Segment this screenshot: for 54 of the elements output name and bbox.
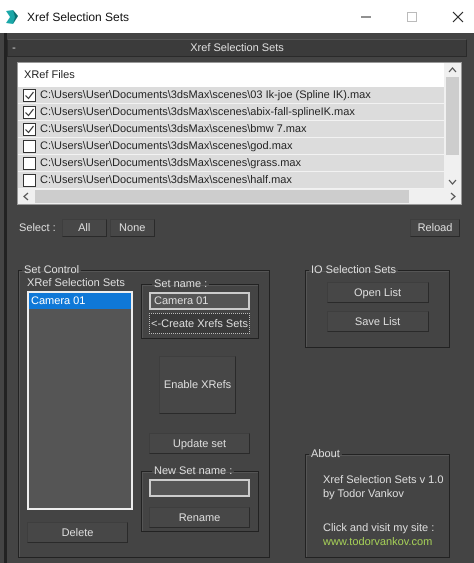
website-link[interactable]: www.todorvankov.com	[323, 535, 449, 549]
file-path: C:\Users\User\Documents\3dsMax\scenes\grass.max	[40, 157, 302, 169]
rollout-title: Xref Selection Sets	[189, 42, 285, 54]
file-row[interactable]: C:\Users\User\Documents\3dsMax\scenes\03 Ik-joe (Spline IK).max	[18, 87, 444, 104]
checkbox[interactable]	[23, 122, 36, 136]
scroll-thumb[interactable]	[35, 190, 409, 203]
app-logo-icon	[4, 8, 20, 24]
collapse-toggle[interactable]: -	[8, 42, 20, 54]
rename-button[interactable]: Rename	[149, 507, 250, 528]
rollout-header[interactable]: - Xref Selection Sets	[7, 39, 467, 57]
file-path: C:\Users\User\Documents\3dsMax\scenes\half.max	[40, 174, 292, 186]
vertical-scrollbar[interactable]	[444, 63, 461, 189]
scroll-thumb[interactable]	[446, 77, 459, 155]
group-title: IO Selection Sets	[310, 263, 397, 277]
select-button[interactable]: None	[110, 219, 155, 237]
checkbox[interactable]	[23, 140, 36, 152]
new-set-name-field[interactable]	[149, 479, 250, 497]
window-title: Xref Selection Sets	[27, 10, 130, 24]
file-row[interactable]: C:\Users\User\Documents\3dsMax\scenes\grass.max	[18, 155, 444, 172]
set-name-field[interactable]: Camera 01	[149, 292, 250, 310]
update-set-button[interactable]: Update set	[149, 433, 250, 454]
list-label: XRef Selection Sets	[27, 277, 126, 289]
about-text: by Todor Vankov	[323, 487, 405, 501]
checkbox[interactable]	[23, 174, 36, 186]
delete-button[interactable]: Delete	[27, 522, 128, 543]
file-row[interactable]: C:\Users\User\Documents\3dsMax\scenes\god.max	[18, 138, 444, 155]
file-row[interactable]: C:\Users\User\Documents\3dsMax\scenes\half.max	[18, 172, 444, 189]
enable-xrefs-button[interactable]: Enable XRefs	[159, 356, 236, 414]
file-path: C:\Users\User\Documents\3dsMax\scenes\god.max	[40, 140, 292, 152]
checkbox[interactable]	[23, 156, 36, 170]
file-row[interactable]: C:\Users\User\Documents\3dsMax\scenes\bmw 7.max	[18, 121, 444, 138]
reload-button[interactable]: Reload	[410, 219, 460, 237]
about-text: Xref Selection Sets v 1.0	[323, 473, 444, 487]
group-title: New Set name :	[153, 464, 234, 478]
close-icon[interactable]	[452, 10, 464, 22]
list-file-button[interactable]: Save List	[326, 311, 428, 332]
selection-sets-list[interactable]: Camera 01	[27, 291, 133, 510]
about-text: Click and visit my site :	[323, 521, 436, 535]
group-title: Set Control	[23, 263, 80, 277]
file-path: C:\Users\User\Documents\3dsMax\scenes\03 Ik-joe (Spline IK).max	[40, 89, 371, 101]
create-sets-button[interactable]: <-Create Xrefs Sets	[149, 313, 250, 334]
checkbox[interactable]	[23, 88, 36, 102]
group-title: About	[310, 447, 341, 461]
list-header: XRef Files	[23, 68, 76, 83]
select-label: Select :	[19, 222, 56, 234]
horizontal-scrollbar[interactable]	[18, 189, 461, 204]
group-title: Set name :	[153, 277, 208, 291]
set-item[interactable]: Camera 01	[29, 293, 131, 309]
file-row[interactable]: C:\Users\User\Documents\3dsMax\scenes\abix-fall-splineIK.max	[18, 104, 444, 121]
select-button[interactable]: All	[62, 219, 107, 237]
checkbox[interactable]	[23, 106, 36, 118]
list-file-button[interactable]: Open List	[326, 282, 428, 303]
file-path: C:\Users\User\Documents\3dsMax\scenes\bmw 7.max	[40, 123, 307, 135]
file-path: C:\Users\User\Documents\3dsMax\scenes\abix-fall-splineIK.max	[40, 106, 355, 118]
